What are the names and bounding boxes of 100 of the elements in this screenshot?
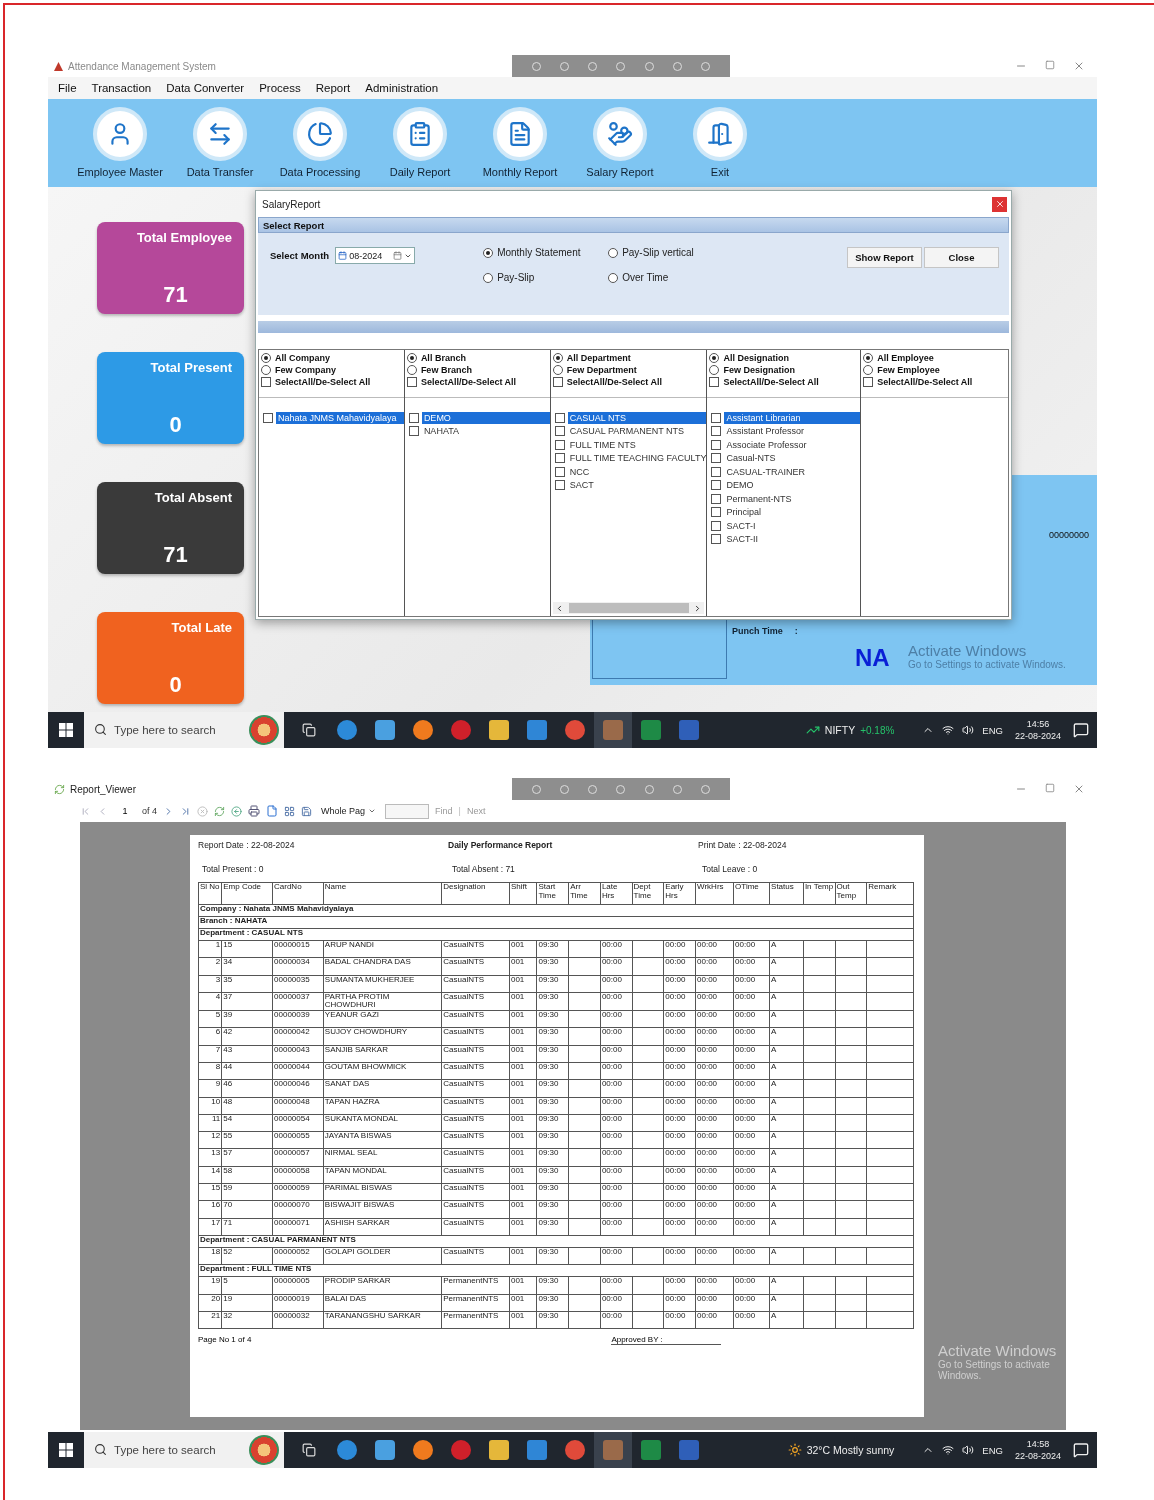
checkbox[interactable] — [711, 480, 722, 491]
checkbox[interactable] — [711, 426, 722, 437]
toolbar-button[interactable]: Data Processing — [270, 107, 370, 178]
checkbox[interactable] — [711, 534, 722, 545]
checkbox[interactable] — [711, 507, 722, 518]
language-indicator[interactable]: ENG — [982, 1444, 1003, 1456]
list-item[interactable]: Principal — [724, 506, 861, 519]
horizontal-scrollbar[interactable] — [552, 602, 705, 614]
toolbar-button[interactable]: Monthly Report — [470, 107, 570, 178]
checkbox[interactable] — [711, 520, 722, 531]
checkbox[interactable] — [554, 453, 565, 464]
notification-icon[interactable] — [1073, 722, 1089, 738]
list-item[interactable]: Casual-NTS — [724, 452, 861, 465]
list-item[interactable]: SACT — [567, 479, 707, 492]
menu-item[interactable]: File — [58, 82, 77, 94]
checkbox[interactable] — [711, 412, 722, 423]
radio-button[interactable] — [552, 365, 563, 375]
radio-button[interactable] — [406, 353, 417, 363]
checkbox[interactable] — [263, 412, 273, 423]
list-item[interactable]: DEMO — [421, 411, 550, 424]
checkbox[interactable] — [408, 426, 419, 437]
checkbox[interactable] — [711, 466, 722, 477]
wifi-icon[interactable] — [942, 1444, 955, 1456]
save-icon[interactable] — [301, 805, 312, 817]
checkbox[interactable] — [711, 439, 722, 450]
radio-button[interactable] — [863, 365, 874, 375]
checkbox[interactable] — [408, 412, 419, 423]
radio-button[interactable] — [552, 353, 563, 363]
list-item[interactable]: Nahata JNMS Mahavidyalaya — [276, 411, 404, 424]
close-button[interactable] — [992, 196, 1007, 212]
list-item[interactable]: NCC — [567, 465, 707, 478]
toolbar-button[interactable]: Salary Report — [570, 107, 670, 178]
radio-button[interactable] — [261, 353, 271, 363]
menu-item[interactable]: Data Converter — [166, 82, 245, 94]
month-picker[interactable]: 08-2024 — [335, 247, 416, 264]
find-field[interactable] — [385, 803, 430, 819]
menu-item[interactable]: Report — [315, 82, 351, 94]
close-icon[interactable] — [1073, 783, 1085, 795]
checkbox[interactable] — [554, 426, 565, 437]
weather-widget[interactable]: 32°C Mostly sunny — [781, 1442, 901, 1458]
radio-button[interactable] — [863, 353, 874, 363]
checkbox[interactable] — [711, 493, 722, 504]
checkbox[interactable] — [554, 412, 565, 423]
list-item[interactable]: Permanent-NTS — [724, 492, 861, 505]
toolbar-button[interactable]: Employee Master — [70, 107, 170, 178]
speaker-icon[interactable] — [962, 1444, 975, 1456]
list-item[interactable]: Associate Professor — [724, 438, 861, 451]
checkbox[interactable] — [709, 377, 720, 387]
list-item[interactable]: Assistant Professor — [724, 425, 861, 438]
mascot-icon — [249, 715, 279, 745]
list-item[interactable]: CASUAL PARMANENT NTS — [567, 425, 707, 438]
list-item[interactable]: DEMO — [724, 479, 861, 492]
list-item[interactable]: CASUAL NTS — [567, 411, 707, 424]
dialog-button[interactable]: Show Report — [847, 247, 922, 268]
checkbox[interactable] — [863, 377, 874, 387]
list-item[interactable]: Assistant Librarian — [724, 411, 861, 424]
search-field[interactable]: Type here to search — [84, 1432, 249, 1468]
print-icon[interactable] — [248, 805, 260, 817]
radio-button[interactable] — [608, 272, 619, 283]
stock-widget[interactable]: NIFTY +0.18% — [799, 722, 901, 738]
list-item[interactable]: FULL TIME TEACHING FACULTY — [567, 452, 707, 465]
checkbox[interactable] — [552, 377, 563, 387]
search-field[interactable]: Type here to search — [84, 712, 249, 748]
checkbox[interactable] — [554, 480, 565, 491]
notification-icon[interactable] — [1073, 1442, 1089, 1458]
language-indicator[interactable]: ENG — [982, 724, 1003, 736]
layout-icon[interactable] — [284, 805, 295, 817]
checkbox[interactable] — [554, 439, 565, 450]
speaker-icon[interactable] — [962, 724, 975, 736]
toolbar-button[interactable]: Data Transfer — [170, 107, 270, 178]
radio-button[interactable] — [483, 247, 494, 258]
checkbox[interactable] — [406, 377, 417, 387]
checkbox[interactable] — [711, 453, 722, 464]
list-item[interactable]: FULL TIME NTS — [567, 438, 707, 451]
page-icon[interactable] — [266, 805, 278, 817]
list-item[interactable]: SACT-II — [724, 533, 861, 546]
list-item[interactable]: NAHATA — [421, 425, 550, 438]
close-icon[interactable] — [1073, 60, 1085, 72]
list-item[interactable]: CASUAL-TRAINER — [724, 465, 861, 478]
radio-button[interactable] — [709, 365, 720, 375]
clock[interactable]: 14:58 22-08-2024 — [1010, 1438, 1065, 1462]
clock[interactable]: 14:56 22-08-2024 — [1010, 718, 1065, 742]
dialog-button[interactable]: Close — [924, 247, 999, 268]
menu-item[interactable]: Transaction — [91, 82, 152, 94]
menu-item[interactable]: Process — [259, 82, 301, 94]
toolbar-button[interactable]: Daily Report — [370, 107, 470, 178]
checkbox[interactable] — [554, 466, 565, 477]
radio-button[interactable] — [261, 365, 271, 375]
radio-button[interactable] — [608, 247, 619, 258]
page-number-field[interactable]: 1 — [114, 803, 136, 819]
table-cell: A — [769, 1062, 804, 1080]
list-item[interactable]: SACT-I — [724, 519, 861, 532]
menu-item[interactable]: Administration — [365, 82, 439, 94]
radio-button[interactable] — [483, 272, 494, 283]
checkbox[interactable] — [261, 377, 271, 387]
last-page-icon[interactable] — [180, 805, 191, 817]
toolbar-button[interactable]: Exit — [670, 107, 770, 178]
radio-button[interactable] — [406, 365, 417, 375]
wifi-icon[interactable] — [942, 724, 955, 736]
radio-button[interactable] — [709, 353, 720, 363]
